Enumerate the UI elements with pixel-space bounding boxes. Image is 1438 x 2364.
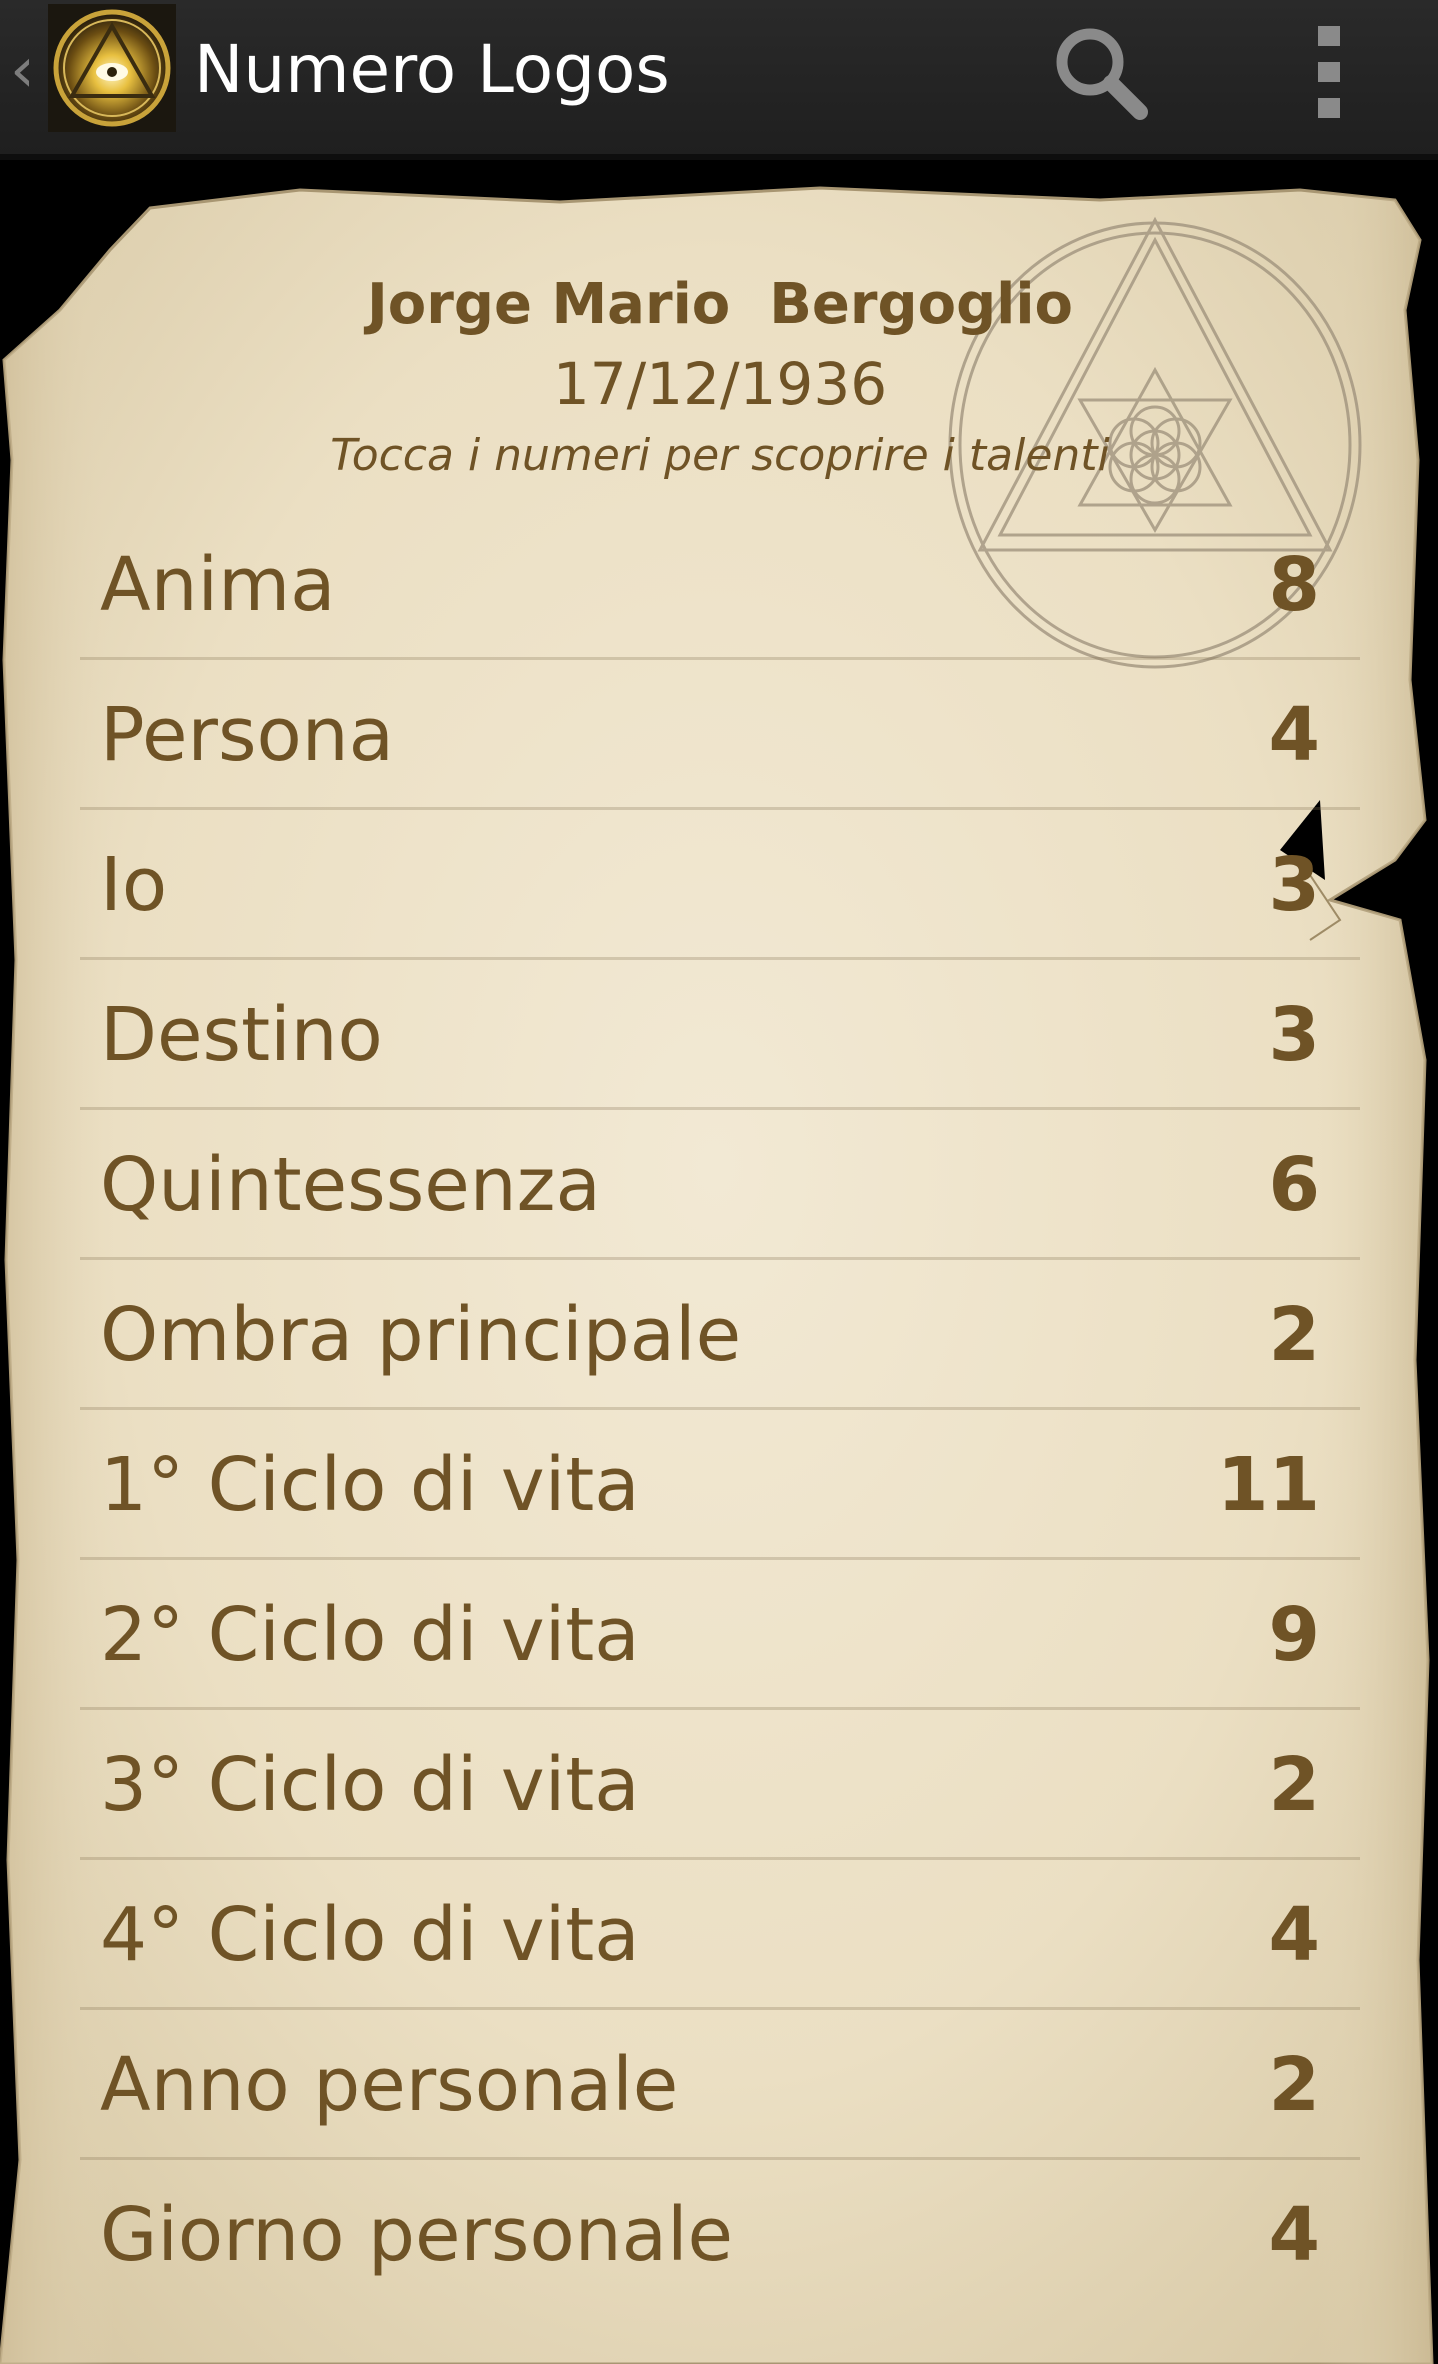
talent-number[interactable]: 9 <box>1269 1560 1321 1710</box>
talent-label: Persona <box>100 692 395 778</box>
search-button[interactable] <box>1040 12 1160 132</box>
all-seeing-eye-triangle-icon[interactable] <box>48 4 176 132</box>
talent-number[interactable]: 3 <box>1269 960 1321 1110</box>
talent-row-ciclo-vita-3[interactable]: 3° Ciclo di vita 2 <box>80 1710 1360 1860</box>
action-bar: ‹ Numero Logos <box>0 0 1438 160</box>
talent-row-quintessenza[interactable]: Quintessenza 6 <box>80 1110 1360 1260</box>
app-title: Numero Logos <box>194 31 670 108</box>
talent-label: Anima <box>100 542 336 628</box>
talent-number[interactable]: 2 <box>1269 2010 1321 2160</box>
talent-row-io[interactable]: Io 3 <box>80 810 1360 960</box>
hint-text: Tocca i numeri per scoprire i talenti <box>330 430 1110 481</box>
talent-label: Giorno personale <box>100 2192 734 2278</box>
overflow-menu-icon <box>1318 26 1340 118</box>
overflow-menu-button[interactable] <box>1290 18 1368 128</box>
app-screen: ‹ Numero Logos Jorge Mario Bergoglio 17/… <box>0 0 1438 2364</box>
talent-label: 4° Ciclo di vita <box>100 1892 640 1978</box>
talent-label: Io <box>100 842 168 928</box>
talent-row-anima[interactable]: Anima 8 <box>80 510 1360 660</box>
talent-row-ombra-principale[interactable]: Ombra principale 2 <box>80 1260 1360 1410</box>
talent-label: 2° Ciclo di vita <box>100 1592 640 1678</box>
up-navigation-icon[interactable]: ‹ <box>10 35 42 105</box>
talent-row-ciclo-vita-1[interactable]: 1° Ciclo di vita 11 <box>80 1410 1360 1560</box>
talent-row-ciclo-vita-2[interactable]: 2° Ciclo di vita 9 <box>80 1560 1360 1710</box>
talent-number[interactable]: 3 <box>1269 810 1321 960</box>
talent-number[interactable]: 4 <box>1269 1860 1321 2010</box>
talent-number[interactable]: 4 <box>1269 660 1321 810</box>
talent-number[interactable]: 4 <box>1269 2160 1321 2310</box>
profile-name: Jorge Mario Bergoglio <box>366 272 1074 337</box>
talent-number[interactable]: 2 <box>1269 1710 1321 1860</box>
talent-number[interactable]: 8 <box>1269 510 1321 660</box>
talent-label: Anno personale <box>100 2042 679 2128</box>
talent-row-ciclo-vita-4[interactable]: 4° Ciclo di vita 4 <box>80 1860 1360 2010</box>
talent-label: Ombra principale <box>100 1292 742 1378</box>
search-icon <box>1056 28 1148 120</box>
talent-row-destino[interactable]: Destino 3 <box>80 960 1360 1110</box>
content-area[interactable]: Jorge Mario Bergoglio 17/12/1936 Tocca i… <box>0 160 1438 2364</box>
talent-row-persona[interactable]: Persona 4 <box>80 660 1360 810</box>
talent-label: Quintessenza <box>100 1142 601 1228</box>
talent-row-giorno-personale[interactable]: Giorno personale 4 <box>80 2160 1360 2310</box>
birth-date: 17/12/1936 <box>552 350 888 418</box>
talents-list: Anima 8 Persona 4 Io 3 Destino 3 Quintes… <box>80 510 1360 2310</box>
talent-label: Destino <box>100 992 383 1078</box>
talent-label: 1° Ciclo di vita <box>100 1442 640 1528</box>
talent-row-anno-personale[interactable]: Anno personale 2 <box>80 2010 1360 2160</box>
talent-number[interactable]: 11 <box>1217 1410 1320 1560</box>
talent-number[interactable]: 6 <box>1269 1110 1321 1260</box>
talent-label: 3° Ciclo di vita <box>100 1742 640 1828</box>
talent-number[interactable]: 2 <box>1269 1260 1321 1410</box>
